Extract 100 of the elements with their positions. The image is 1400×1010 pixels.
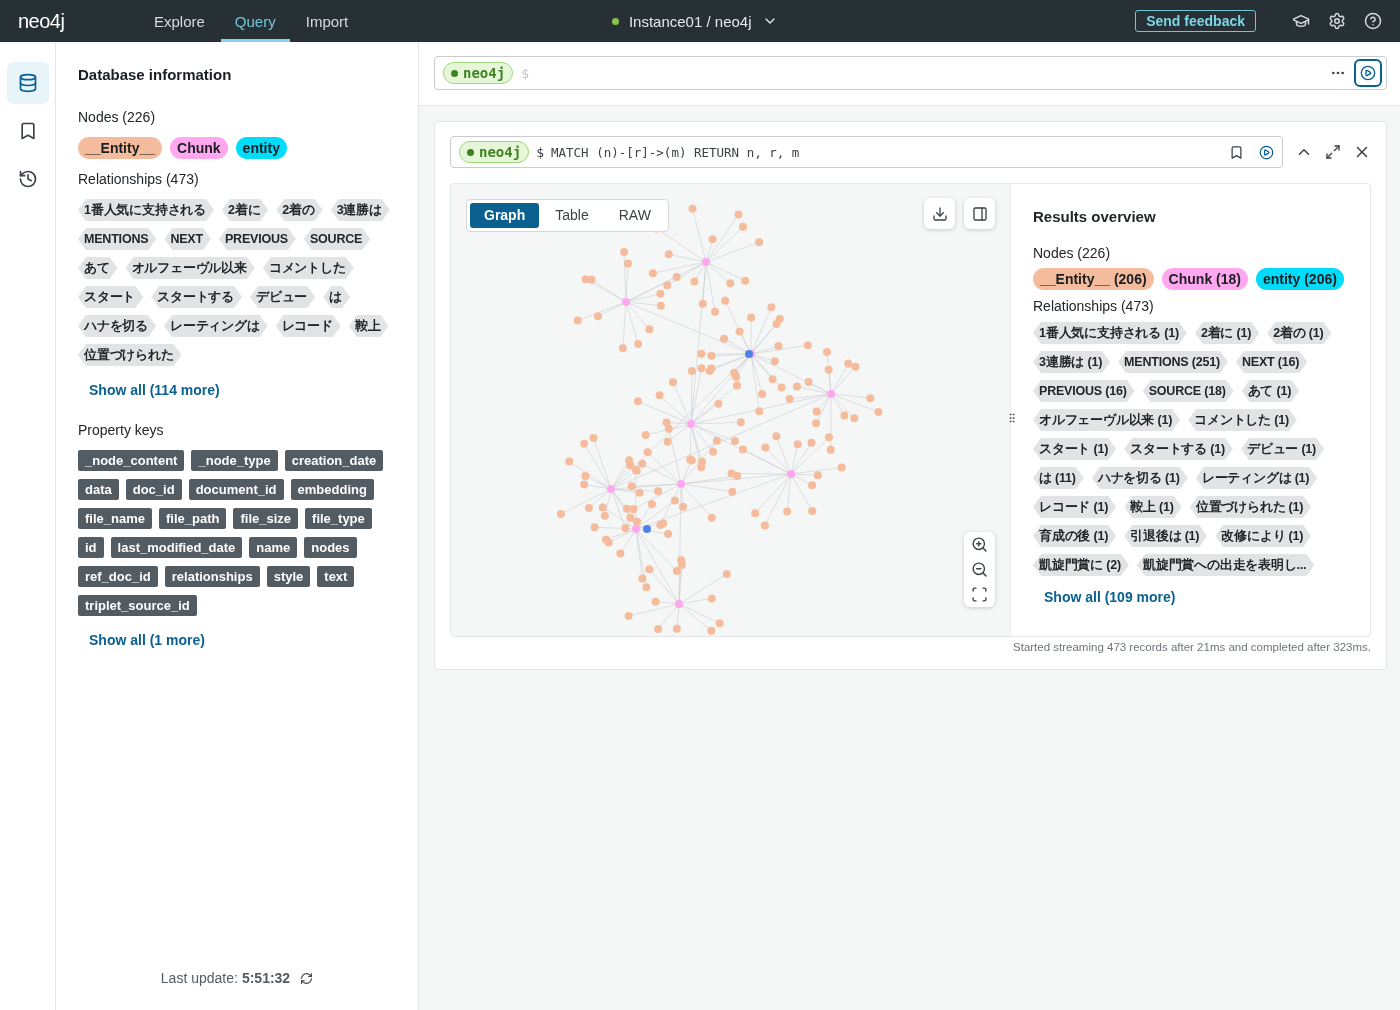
relationship-tag[interactable]: MENTIONS (251) [1118, 351, 1228, 373]
section-heading: Nodes (226) [78, 109, 157, 125]
property-key-tag[interactable]: ref_doc_id [78, 566, 158, 587]
relationship-tag[interactable]: 1番人気に支持される (1) [1033, 322, 1187, 344]
relationship-tag[interactable]: オルフェーヴル以来 (1) [1033, 409, 1181, 431]
download-icon[interactable] [924, 198, 955, 229]
relationship-tag[interactable]: 凱旋門賞に (2) [1033, 554, 1129, 576]
relationship-tag[interactable]: デビュー (1) [1240, 438, 1325, 460]
view-tab[interactable]: Table [541, 203, 603, 228]
fit-icon[interactable] [971, 586, 988, 603]
relationship-tag[interactable]: スタートする (1) [1124, 438, 1233, 460]
run-icon[interactable] [1259, 144, 1274, 160]
relationship-tag[interactable]: 位置づけられた (1) [1189, 496, 1312, 518]
instance-selector[interactable]: Instance01 / neo4j [611, 0, 778, 42]
relationship-tag[interactable]: あて [78, 257, 118, 279]
node-label-tag[interactable]: entity (206) [1255, 268, 1344, 290]
relationship-tag[interactable]: スタートする [151, 286, 242, 308]
node-label-tag[interactable]: __Entity__ (206) [1033, 268, 1154, 290]
property-key-tag[interactable]: doc_id [125, 479, 182, 500]
side-panel-icon[interactable] [964, 198, 995, 229]
node-label-tag[interactable]: Chunk [170, 137, 228, 159]
neo4j-logo[interactable]: neo4j [18, 0, 140, 42]
property-key-tag[interactable]: _node_content [78, 450, 185, 471]
property-key-tag[interactable]: creation_date [284, 450, 384, 471]
expand-icon[interactable] [1325, 144, 1341, 160]
show-all-link[interactable]: Show all (1 more) [89, 632, 396, 648]
bookmark-icon[interactable] [1229, 144, 1244, 160]
send-feedback-button[interactable]: Send feedback [1135, 10, 1256, 32]
nav-tab[interactable]: Import [291, 0, 363, 42]
relationship-tag[interactable]: PREVIOUS [218, 228, 296, 250]
property-key-tag[interactable]: nodes [304, 537, 357, 558]
relationship-tag[interactable]: 凱旋門賞への出走を表明し... [1136, 554, 1315, 576]
relationship-tag[interactable]: コメントした [262, 257, 354, 279]
relationship-tag[interactable]: ハナを切る (1) [1091, 467, 1188, 489]
property-key-tag[interactable]: embedding [290, 479, 374, 500]
relationship-tag[interactable]: 1番人気に支持される [78, 199, 214, 221]
relationship-tag[interactable]: 鞍上 (1) [1124, 496, 1182, 518]
relationship-tag[interactable]: オルフェーヴル以来 [125, 257, 255, 279]
relationship-tag[interactable]: ハナを切る [78, 315, 156, 337]
refresh-icon[interactable] [300, 971, 314, 985]
relationship-tag[interactable]: MENTIONS [78, 228, 157, 250]
show-all-link[interactable]: Show all (114 more) [89, 382, 396, 398]
property-key-tag[interactable]: file_type [305, 508, 372, 529]
relationship-tag[interactable]: 引退後は (1) [1124, 525, 1208, 547]
relationship-tag[interactable]: 2着に (1) [1194, 322, 1260, 344]
section-heading: Property keys [78, 422, 165, 438]
relationship-tag[interactable]: は [323, 286, 351, 308]
zoom-in-icon[interactable] [971, 536, 988, 553]
relationship-tag[interactable]: スタート (1) [1033, 438, 1117, 460]
property-key-tag[interactable]: relationships [164, 566, 260, 587]
relationship-tag[interactable]: 改修により (1) [1215, 525, 1312, 547]
show-all-link[interactable]: Show all (109 more) [1044, 589, 1176, 605]
relationship-tag[interactable]: レーティングは [164, 315, 268, 337]
node-label-tag[interactable]: __Entity__ [78, 137, 163, 159]
property-key-tag[interactable]: style [266, 566, 311, 587]
relationship-tag[interactable]: レーティングは (1) [1195, 467, 1318, 489]
relationship-tag[interactable]: コメントした (1) [1188, 409, 1297, 431]
relationship-tag[interactable]: 3連勝は (1) [1033, 351, 1111, 373]
relationship-tag[interactable]: 鞍上 [348, 315, 389, 337]
drag-handle-icon[interactable] [1006, 412, 1018, 424]
relationship-tag[interactable]: SOURCE (18) [1142, 380, 1234, 402]
relationship-tag[interactable]: あて (1) [1241, 380, 1300, 402]
relationship-tag[interactable]: NEXT (16) [1235, 351, 1308, 373]
property-key-tag[interactable]: file_size [233, 508, 299, 529]
query-editor[interactable]: neo4j $ [434, 56, 1387, 90]
relationship-tag[interactable]: レコード [275, 315, 341, 337]
relationship-tag[interactable]: は (11) [1033, 467, 1084, 489]
section-heading: Relationships (473) [1033, 298, 1155, 314]
property-key-tag[interactable]: name [249, 537, 298, 558]
property-key-tag[interactable]: document_id [188, 479, 284, 500]
nav-tab[interactable]: Explore [140, 0, 219, 42]
database-icon[interactable] [6, 62, 49, 104]
nav-tab[interactable]: Query [220, 0, 290, 42]
relationship-tag[interactable]: 2着の [276, 199, 323, 221]
query-bar[interactable]: neo4j $ MATCH (n)-[r]->(m) RETURN n, r, m [450, 136, 1283, 168]
zoom-out-icon[interactable] [971, 561, 988, 578]
property-key-tag[interactable]: triplet_source_id [78, 595, 197, 616]
relationship-tag[interactable]: PREVIOUS (16) [1033, 380, 1135, 402]
property-key-tag[interactable]: text [317, 566, 355, 587]
property-key-tag[interactable]: data [78, 479, 119, 500]
node-label-tag[interactable]: Chunk (18) [1161, 268, 1248, 290]
relationship-tag[interactable]: 2着に [221, 199, 269, 221]
property-key-tag[interactable]: file_name [78, 508, 152, 529]
property-key-tag[interactable]: last_modified_date [110, 537, 243, 558]
relationship-tag[interactable]: 育成の後 (1) [1033, 525, 1117, 547]
relationship-tag[interactable]: SOURCE [303, 228, 371, 250]
node-label-tag[interactable]: entity [235, 137, 287, 159]
view-tab[interactable]: Graph [470, 203, 540, 228]
view-tab[interactable]: RAW [604, 203, 665, 228]
relationship-tag[interactable]: NEXT [164, 228, 211, 250]
relationship-tag[interactable]: デビュー [250, 286, 316, 308]
property-key-tag[interactable]: _node_type [191, 450, 278, 471]
property-key-tag[interactable]: file_path [159, 508, 227, 529]
relationship-tag[interactable]: 3連勝は [330, 199, 390, 221]
relationship-tag[interactable]: レコード (1) [1033, 496, 1117, 518]
property-key-tag[interactable]: id [78, 537, 104, 558]
relationship-tag[interactable]: 位置づけられた [78, 344, 182, 366]
relationship-tag[interactable]: スタート [78, 286, 144, 308]
relationship-tag[interactable]: 2着の (1) [1267, 322, 1332, 344]
run-button[interactable] [1354, 59, 1382, 87]
